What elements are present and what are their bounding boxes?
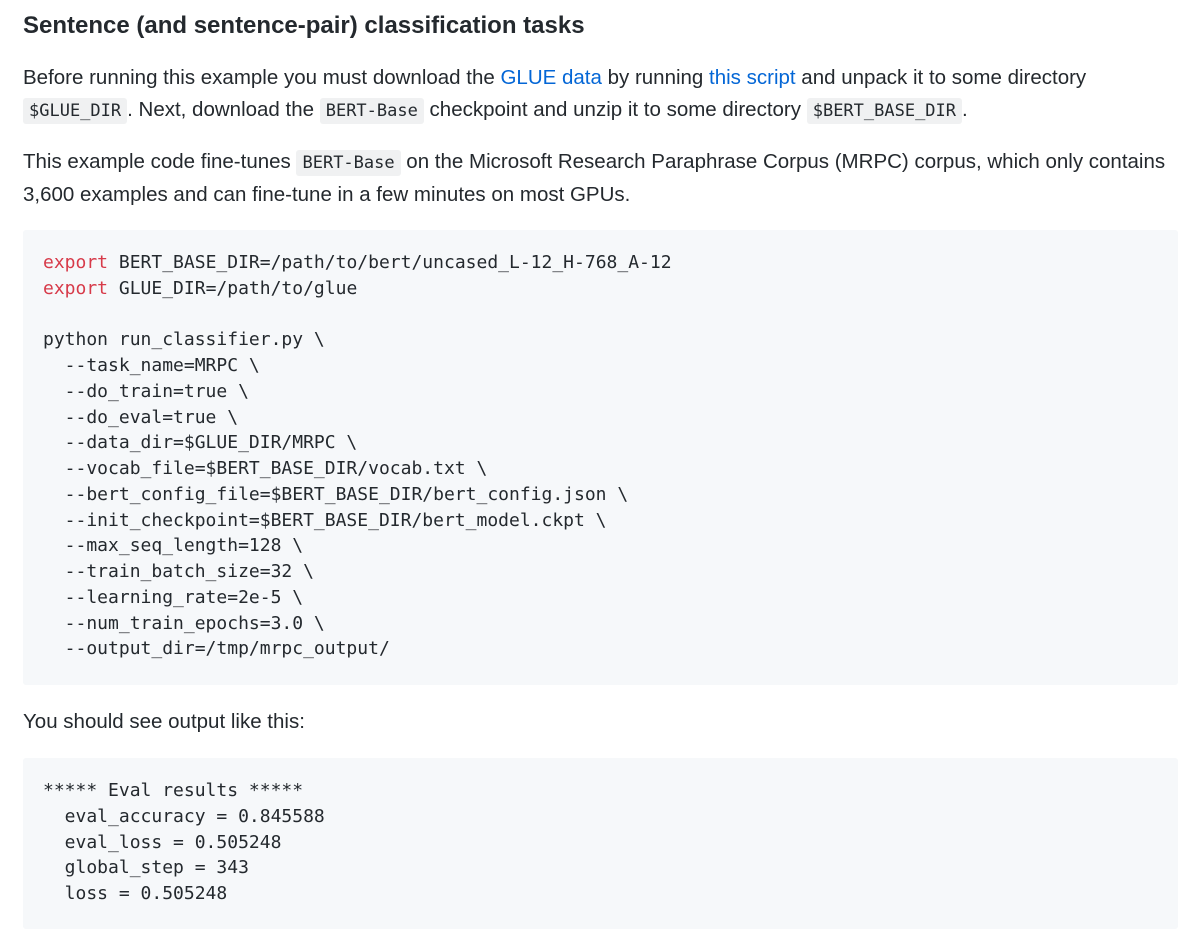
paragraph-text: . Next, download the xyxy=(127,98,320,121)
paragraph-text: checkpoint and unzip it to some director… xyxy=(423,98,807,121)
inline-code-bert-base: BERT-Base xyxy=(319,98,424,124)
code-line: loss = 0.505248 xyxy=(43,883,228,904)
code-line: export GLUE_DIR=/path/to/glue xyxy=(43,276,1178,302)
fine-tune-description-paragraph: This example code fine-tunes BERT-Base o… xyxy=(23,146,1173,211)
code-line: --data_dir=$GLUE_DIR/MRPC \ xyxy=(43,432,358,454)
inline-code-bert-base: BERT-Base xyxy=(296,150,401,176)
paragraph-text: . xyxy=(962,98,968,121)
output-intro-paragraph: You should see output like this: xyxy=(23,710,305,733)
paragraph-text: Before running this example you must dow… xyxy=(23,66,501,89)
code-line: --do_train=true \ xyxy=(43,380,249,402)
section-heading: Sentence (and sentence-pair) classificat… xyxy=(23,12,585,39)
code-line: --max_seq_length=128 \ xyxy=(43,535,304,557)
paragraph-text: and unpack it to some directory xyxy=(795,66,1087,89)
code-line: eval_loss = 0.505248 xyxy=(43,831,282,853)
paragraph-text: by running xyxy=(601,66,710,89)
code-line: python run_classifier.py \ xyxy=(43,329,325,351)
export-keyword: export xyxy=(43,252,109,273)
code-line: eval_accuracy = 0.845588 xyxy=(43,805,325,827)
code-line: --bert_config_file=$BERT_BASE_DIR/bert_c… xyxy=(43,483,629,505)
glue-data-link[interactable]: GLUE data xyxy=(500,66,601,89)
download-instructions-paragraph: Before running this example you must dow… xyxy=(23,62,1173,127)
export-keyword: export xyxy=(43,277,109,299)
code-line: export BERT_BASE_DIR=/path/to/bert/uncas… xyxy=(43,250,1178,276)
code-line: global_step = 343 xyxy=(43,857,249,879)
training-command-code-block[interactable]: export BERT_BASE_DIR=/path/to/bert/uncas… xyxy=(23,230,1178,685)
code-text: GLUE_DIR=/path/to/glue xyxy=(108,277,358,299)
code-text: BERT_BASE_DIR=/path/to/bert/uncased_L-12… xyxy=(108,252,672,273)
this-script-link[interactable]: this script xyxy=(709,66,796,89)
code-line: ***** Eval results ***** xyxy=(43,780,304,801)
code-line: --vocab_file=$BERT_BASE_DIR/vocab.txt \ xyxy=(43,458,488,479)
code-line: --learning_rate=2e-5 \ xyxy=(43,586,304,608)
code-line: --num_train_epochs=3.0 \ xyxy=(43,612,325,634)
eval-output-code-block[interactable]: ***** Eval results ***** eval_accuracy =… xyxy=(23,758,1178,929)
code-line: --task_name=MRPC \ xyxy=(43,355,260,376)
code-line: --train_batch_size=32 \ xyxy=(43,561,314,582)
paragraph-text: This example code fine-tunes xyxy=(23,150,297,173)
code-line: --init_checkpoint=$BERT_BASE_DIR/bert_mo… xyxy=(43,509,607,531)
code-line: --output_dir=/tmp/mrpc_output/ xyxy=(43,638,390,660)
inline-code-bert-base-dir: $BERT_BASE_DIR xyxy=(806,98,963,124)
code-line: --do_eval=true \ xyxy=(43,406,239,428)
inline-code-glue-dir: $GLUE_DIR xyxy=(23,98,128,124)
